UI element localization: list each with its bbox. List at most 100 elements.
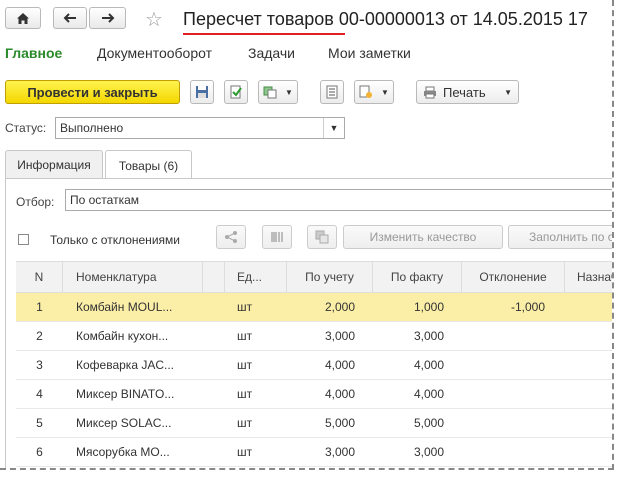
document-structure-icon [359, 85, 373, 98]
cell-by-fact: 5,000 [413, 416, 444, 430]
cell-deviation [462, 438, 565, 466]
table-row[interactable]: 6 Мясорубка МО... шт 3,000 3,000 [16, 438, 612, 467]
column-header-purpose[interactable]: Назнач [565, 262, 612, 292]
menu-item-my-notes[interactable]: Мои заметки [328, 45, 411, 61]
cell-nomenclature: Комбайн MOUL... [76, 300, 173, 314]
column-header-spacer [203, 262, 225, 292]
menu-item-main[interactable]: Главное [5, 45, 62, 61]
cell-deviation [462, 380, 565, 408]
floppy-disk-icon [196, 86, 208, 98]
table-row[interactable]: 4 Миксер BINATO... шт 4,000 4,000 [16, 380, 612, 409]
home-button[interactable] [5, 7, 41, 29]
post-and-close-button[interactable]: Провести и закрыть [5, 80, 180, 104]
cell-by-accounting: 3,000 [324, 445, 355, 459]
cell-n: 1 [36, 300, 43, 314]
cell-unit: шт [237, 387, 253, 401]
cell-by-accounting: 4,000 [324, 387, 355, 401]
cell-deviation [462, 351, 565, 379]
cell-by-fact: 3,000 [413, 445, 444, 459]
cell-nomenclature: Комбайн кухон... [76, 329, 169, 343]
column-header-n[interactable]: N [16, 262, 63, 292]
barcode-button[interactable] [262, 225, 292, 249]
title-underline [183, 33, 345, 35]
cell-nomenclature: Миксер BINATO... [76, 387, 175, 401]
page-title: Пересчет товаров 00-00000013 от 14.05.20… [183, 9, 588, 29]
forward-button[interactable] [89, 7, 126, 29]
cell-deviation [462, 322, 565, 350]
chevron-down-icon: ▼ [381, 87, 389, 97]
cell-by-accounting: 4,000 [324, 358, 355, 372]
status-select[interactable]: Выполнено ▼ [55, 117, 345, 139]
table-row[interactable]: 5 Миксер SOLAC... шт 5,000 5,000 [16, 409, 612, 438]
cell-by-accounting: 2,000 [324, 300, 355, 314]
save-button[interactable] [190, 80, 214, 104]
cell-by-fact: 3,000 [413, 329, 444, 343]
copy-icon [315, 230, 329, 244]
journal-button[interactable] [320, 80, 344, 104]
status-value: Выполнено [60, 121, 124, 135]
post-button[interactable] [224, 80, 248, 104]
change-quality-button[interactable]: Изменить качество [343, 225, 503, 249]
post-document-icon [230, 85, 242, 99]
share-button[interactable] [216, 225, 246, 249]
table-row[interactable]: 1 Комбайн MOUL... шт 2,000 1,000 -1,000 [16, 293, 612, 322]
document-window: ☆ Пересчет товаров 00-00000013 от 14.05.… [0, 0, 614, 470]
table-row[interactable]: 2 Комбайн кухон... шт 3,000 3,000 [16, 322, 612, 351]
barcode-icon [271, 232, 283, 242]
table-row[interactable]: 3 Кофеварка JAC... шт 4,000 4,000 [16, 351, 612, 380]
cell-nomenclature: Кофеварка JAC... [76, 358, 174, 372]
cell-by-fact: 4,000 [413, 358, 444, 372]
column-header-unit[interactable]: Ед... [225, 262, 287, 292]
chevron-down-icon: ▼ [285, 87, 293, 97]
cell-unit: шт [237, 416, 253, 430]
share-icon [225, 231, 237, 243]
cell-by-accounting: 3,000 [324, 329, 355, 343]
print-label: Печать [443, 84, 486, 100]
column-header-by-fact[interactable]: По факту [373, 262, 462, 292]
arrow-left-icon [63, 13, 76, 23]
home-icon [17, 12, 29, 24]
cell-unit: шт [237, 445, 253, 459]
column-header-by-accounting[interactable]: По учету [287, 262, 373, 292]
cell-unit: шт [237, 329, 253, 343]
status-label: Статус: [5, 121, 47, 135]
cell-by-fact: 4,000 [413, 387, 444, 401]
menu-item-document-flow[interactable]: Документооборот [97, 45, 212, 61]
goods-panel: Отбор: По остаткам Только с отклонениями… [5, 178, 612, 468]
chevron-down-icon[interactable]: ▼ [323, 118, 344, 138]
tab-information[interactable]: Информация [5, 150, 103, 178]
command-bar: Провести и закрыть ▼ ▼ Печать ▼ [0, 80, 612, 104]
back-button[interactable] [53, 7, 87, 29]
cell-by-accounting: 5,000 [324, 416, 355, 430]
title-bar: ☆ Пересчет товаров 00-00000013 от 14.05.… [0, 0, 612, 40]
fill-by-button[interactable]: Заполнить по о [508, 225, 612, 249]
chevron-down-icon: ▼ [504, 87, 512, 97]
column-header-deviation[interactable]: Отклонение [462, 262, 565, 292]
cell-unit: шт [237, 300, 253, 314]
create-based-icon [263, 86, 277, 99]
menu-item-tasks[interactable]: Задачи [248, 45, 295, 61]
only-deviations-label: Только с отклонениями [50, 233, 180, 247]
list-icon [326, 85, 338, 99]
filter-select[interactable]: По остаткам [65, 189, 612, 211]
cell-n: 5 [36, 416, 43, 430]
cell-nomenclature: Мясорубка МО... [76, 445, 170, 459]
cell-n: 2 [36, 329, 43, 343]
cell-n: 3 [36, 358, 43, 372]
table-header: N Номенклатура Ед... По учету По факту О… [16, 261, 612, 293]
favorite-star-icon[interactable]: ☆ [145, 7, 163, 32]
section-menu: Главное Документооборот Задачи Мои замет… [0, 45, 612, 63]
printer-icon [424, 86, 436, 98]
copy-rows-button[interactable] [307, 225, 337, 249]
column-header-nomenclature[interactable]: Номенклатура [63, 262, 203, 292]
print-button[interactable]: Печать ▼ [416, 80, 519, 104]
cell-unit: шт [237, 358, 253, 372]
only-deviations-checkbox[interactable] [18, 234, 29, 245]
related-documents-button[interactable]: ▼ [354, 80, 394, 104]
cell-nomenclature: Миксер SOLAC... [76, 416, 172, 430]
create-based-on-button[interactable]: ▼ [258, 80, 298, 104]
filter-label: Отбор: [16, 195, 55, 209]
cell-n: 6 [36, 445, 43, 459]
tab-goods[interactable]: Товары (6) [105, 150, 192, 180]
cell-deviation: -1,000 [510, 300, 545, 314]
